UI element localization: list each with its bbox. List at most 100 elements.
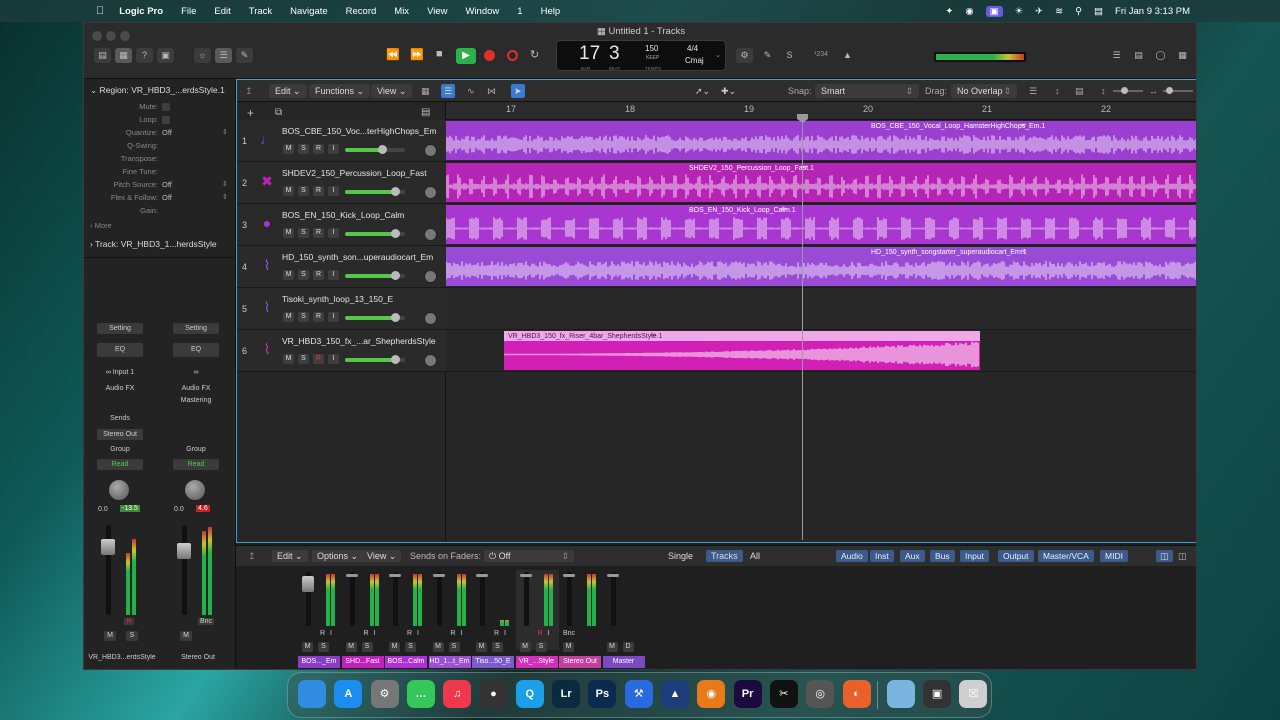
sends-slot[interactable]: Sends bbox=[97, 413, 143, 424]
waveform-icon[interactable]: ⌇ bbox=[259, 299, 275, 315]
grid-view-icon[interactable]: ▦ bbox=[421, 84, 430, 98]
volume-handle[interactable] bbox=[391, 229, 400, 238]
inspector-row[interactable]: Loop: bbox=[84, 115, 236, 128]
audio-region[interactable]: SHDEV2_150_Percussion_Loop_Fast.1 ∞ bbox=[446, 163, 1196, 202]
inspector-row[interactable]: Quantize: Off ⇕ bbox=[84, 128, 236, 141]
pointer-tool-icon[interactable]: ➚⌄ bbox=[695, 84, 710, 98]
channel-r-button[interactable]: R bbox=[451, 630, 456, 637]
affinity-icon[interactable]: ▲ bbox=[661, 680, 689, 708]
chevron-down-icon[interactable]: ⌄ bbox=[90, 85, 97, 95]
track-lane[interactable] bbox=[446, 288, 1196, 330]
menu-navigate[interactable]: Navigate bbox=[281, 6, 337, 17]
audio-region[interactable]: HD_150_synth_songstarter_superaudiocart_… bbox=[446, 247, 1196, 286]
obs-icon[interactable]: ● bbox=[479, 680, 508, 708]
brightness-icon[interactable]: ☀ bbox=[1015, 6, 1024, 17]
track-volume-slider[interactable] bbox=[345, 187, 405, 196]
library-button[interactable]: ▤ bbox=[94, 48, 111, 63]
checkbox[interactable] bbox=[162, 103, 170, 111]
rewind-button[interactable]: ⏪ bbox=[386, 48, 400, 64]
track-lane[interactable]: VR_HBD3_150_fx_Riser_4bar_ShepherdsStyle… bbox=[446, 330, 1196, 372]
playhead[interactable] bbox=[802, 120, 803, 540]
channel-fader-track[interactable] bbox=[349, 572, 355, 626]
group-slot[interactable]: Group bbox=[173, 444, 219, 455]
region-name[interactable]: BOS_EN_150_Kick_Loop_Calm.1 bbox=[689, 207, 796, 214]
record-button[interactable] bbox=[484, 50, 495, 61]
filter-bus[interactable]: Bus bbox=[930, 550, 955, 562]
app-store-icon[interactable]: A bbox=[334, 680, 363, 708]
solo-icon[interactable]: S bbox=[781, 48, 798, 63]
audio-region[interactable]: VR_HBD3_150_fx_Riser_4bar_ShepherdsStyle… bbox=[504, 331, 980, 370]
channel-i-button[interactable]: I bbox=[417, 630, 419, 637]
photoshop-icon[interactable]: Ps bbox=[588, 680, 617, 708]
channel-m-button[interactable]: M bbox=[432, 642, 444, 652]
waveform-icon[interactable]: ⌇ bbox=[259, 257, 275, 273]
filter-inst[interactable]: Inst bbox=[870, 550, 894, 562]
track-pan-knob[interactable] bbox=[424, 186, 437, 199]
track-volume-slider[interactable] bbox=[345, 271, 405, 280]
track-i-button[interactable]: I bbox=[328, 144, 339, 154]
stepper-icon[interactable]: ⇕ bbox=[222, 193, 228, 201]
channel-s-button[interactable]: S bbox=[492, 642, 503, 652]
menu-track[interactable]: Track bbox=[240, 6, 281, 17]
channel-i-button[interactable]: I bbox=[548, 630, 550, 637]
pan-knob[interactable] bbox=[108, 479, 130, 501]
channel-fader-handle[interactable] bbox=[345, 574, 358, 577]
vertical-zoom-slider[interactable] bbox=[1113, 87, 1143, 94]
quicktime-icon[interactable]: Q bbox=[515, 680, 544, 708]
automation-mode[interactable]: Read bbox=[97, 459, 143, 470]
audio-fx-slot[interactable]: Audio FX bbox=[173, 383, 219, 394]
trash-icon[interactable]: ☒ bbox=[959, 680, 988, 708]
arrangement-area[interactable]: 17 18 19 20 21 22 BOS_CBE_150_Vocal_Loop_Hams… bbox=[446, 102, 1196, 542]
audio-region[interactable]: BOS_EN_150_Kick_Loop_Calm.1 ∞ bbox=[446, 205, 1196, 244]
control-center-icon[interactable]: ▤ bbox=[1094, 6, 1103, 17]
menu-help[interactable]: Help bbox=[532, 6, 570, 17]
eq-button[interactable]: EQ bbox=[173, 343, 219, 357]
xcode-tools-icon[interactable]: ⚒ bbox=[624, 680, 653, 708]
channel-name[interactable]: Stereo Out bbox=[559, 656, 601, 668]
add-track-icon[interactable]: + bbox=[247, 106, 254, 120]
plugin-slot[interactable]: Mastering bbox=[173, 395, 219, 406]
eq-button[interactable]: EQ bbox=[97, 343, 143, 357]
filter-master-vca[interactable]: Master/VCA bbox=[1038, 550, 1094, 562]
mode-tracks[interactable]: Tracks bbox=[706, 550, 743, 562]
count-in-button[interactable]: ¹234 bbox=[814, 51, 828, 58]
channel-fader-handle[interactable] bbox=[519, 574, 532, 577]
mixer-edit-menu[interactable]: Edit ⌄ bbox=[272, 550, 308, 562]
mixer-options-menu[interactable]: Options ⌄ bbox=[312, 550, 364, 562]
track-volume-slider[interactable] bbox=[345, 313, 405, 322]
notepad-icon[interactable]: ▤ bbox=[1130, 48, 1147, 63]
track-volume-slider[interactable] bbox=[345, 145, 405, 154]
creative-cloud-icon[interactable]: ✦ bbox=[945, 6, 953, 17]
channel-name[interactable]: BOS..._Em bbox=[298, 656, 340, 668]
forward-button[interactable]: ⏩ bbox=[410, 48, 424, 64]
track-r-button[interactable]: R bbox=[313, 228, 324, 238]
track-m-button[interactable]: M bbox=[283, 144, 294, 154]
channel-name[interactable]: VR_...Style bbox=[515, 656, 558, 668]
list-editors-icon[interactable]: ☰ bbox=[1108, 48, 1125, 63]
filter-input[interactable]: Input bbox=[960, 550, 989, 562]
tuner-icon[interactable]: ⚙ bbox=[736, 48, 753, 63]
horizontal-zoom-slider[interactable] bbox=[1163, 87, 1193, 94]
inspector-row[interactable]: Q-Swing: bbox=[84, 141, 236, 154]
track-header[interactable]: 1 ♩ BOS_CBE_150_Voc...terHighChops_Em M S R I bbox=[237, 120, 446, 162]
flex-icon[interactable]: ⋈ bbox=[487, 84, 496, 98]
track-r-button[interactable]: R bbox=[313, 186, 324, 196]
region-name[interactable]: SHDEV2_150_Percussion_Loop_Fast.1 bbox=[689, 165, 814, 172]
apple-menu-icon[interactable]:  bbox=[0, 5, 110, 17]
channel-fader-handle[interactable] bbox=[302, 576, 314, 592]
menu-clock[interactable]: Fri Jan 9 3:13 PM bbox=[1115, 6, 1190, 17]
list-view-icon[interactable]: ☰ bbox=[441, 84, 456, 98]
cycle-icon[interactable]: ↻ bbox=[530, 48, 539, 64]
airplane-icon[interactable]: ✈ bbox=[1035, 6, 1043, 17]
channel-s-button[interactable]: S bbox=[448, 642, 460, 652]
mode-single[interactable]: Single bbox=[668, 550, 693, 562]
menu-file[interactable]: File bbox=[172, 6, 205, 17]
audio-fx-slot[interactable]: Audio FX bbox=[97, 383, 143, 394]
filter-output[interactable]: Output bbox=[998, 550, 1034, 562]
region-name[interactable]: BOS_CBE_150_Vocal_Loop_HamsterHighChops_… bbox=[871, 123, 1045, 130]
mode-all[interactable]: All bbox=[750, 550, 760, 562]
global-tracks-icon[interactable]: ▤ bbox=[421, 107, 430, 118]
blender-icon[interactable]: ◉ bbox=[697, 680, 726, 708]
track-pan-knob[interactable] bbox=[424, 354, 437, 367]
toolbar-toggle-icon[interactable]: ▣ bbox=[157, 48, 174, 63]
